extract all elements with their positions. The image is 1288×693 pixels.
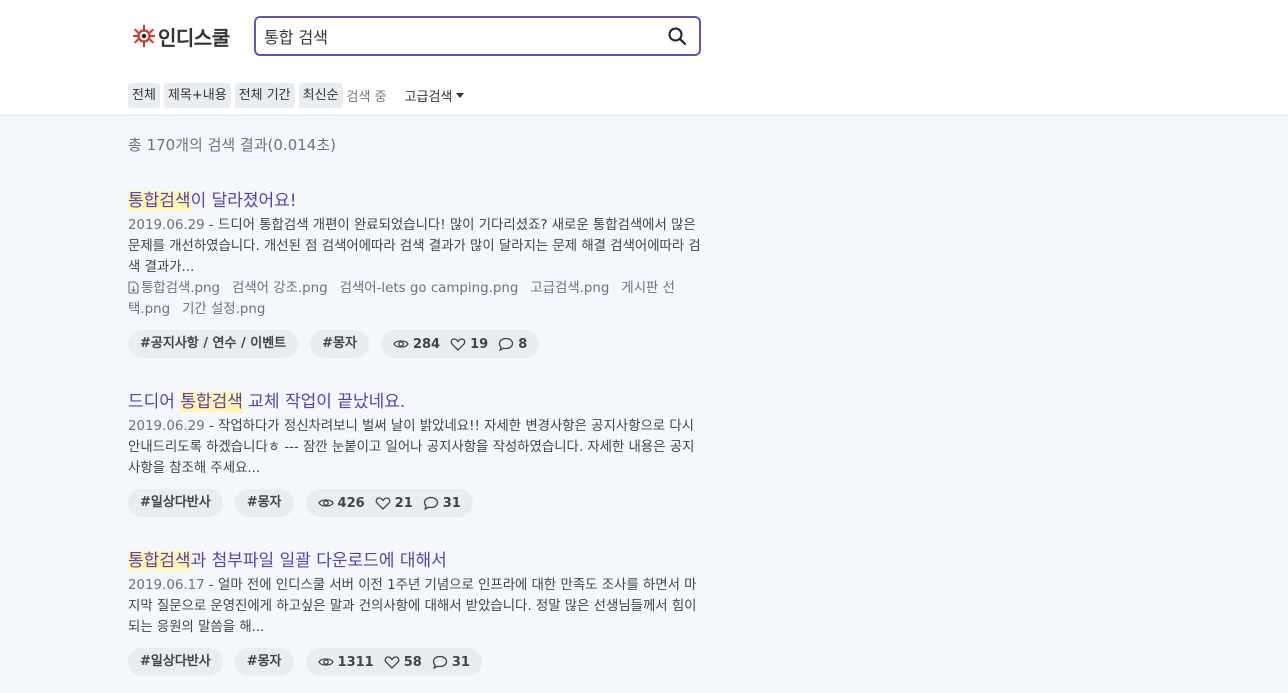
eye-icon (317, 499, 334, 507)
title-text: 과 첨부파일 일괄 다운로드에 대해서 (190, 551, 447, 571)
result-date: 2019.06.29 (128, 419, 205, 434)
filter-board[interactable]: 전체 (128, 83, 160, 108)
result-tags: #일상다반사 #몽자 426 21 31 (128, 489, 703, 517)
comment-icon (432, 655, 447, 670)
result-date: 2019.06.17 (128, 578, 205, 593)
result-count: 총 170개의 검색 결과(0.014초) (128, 136, 336, 154)
title-highlight: 통합검색 (128, 551, 191, 571)
advanced-search-label: 고급검색 (404, 90, 453, 105)
title-text: 교체 작업이 끝났네요. (242, 392, 406, 412)
result-item: 통합검색과 첨부파일 일괄 다운로드에 대해서 2019.06.17 - 얼마 … (128, 549, 703, 676)
author-tag[interactable]: #몽자 (234, 489, 294, 517)
snippet-text: - 드디어 통합검색 개편이 완료되었습니다! 많이 기다리셨죠? 새로운 통합… (128, 218, 701, 275)
eye-icon (317, 658, 334, 666)
view-count: 284 (412, 336, 441, 352)
title-highlight: 통합검색 (128, 191, 191, 211)
eye-icon (393, 340, 409, 348)
result-stats: 426 21 31 (305, 489, 473, 517)
attachment-list: 통합검색.png 검색어 강조.png 검색어-lets go camping.pn… (128, 278, 703, 320)
result-tags: #일상다반사 #몽자 1311 58 31 (128, 648, 703, 676)
snippet-text: - 작업하다가 정신차려보니 벌써 날이 밝았네요!! 자세한 변경사항은 공지… (128, 419, 695, 476)
category-tag[interactable]: #일상다반사 (128, 648, 223, 676)
result-title[interactable]: 드디어 통합검색 교체 작업이 끝났네요. (128, 390, 703, 414)
title-highlight: 통합검색 (180, 392, 243, 412)
logo[interactable]: 인디스쿨 (133, 22, 230, 50)
search-input[interactable] (264, 18, 644, 54)
filter-scope[interactable]: 제목+내용 (163, 83, 231, 108)
result-item: 통합검색이 달라졌어요! 2019.06.29 - 드디어 통합검색 개편이 완… (128, 189, 703, 358)
title-text: 드디어 (128, 392, 181, 412)
view-count: 1311 (337, 654, 374, 670)
like-count: 19 (470, 336, 489, 352)
file-icon (128, 281, 139, 294)
search-status: 검색 중 (346, 90, 387, 105)
title-text: 이 달라졌어요! (190, 191, 297, 211)
like-count: 58 (403, 654, 422, 670)
result-item: 드디어 통합검색 교체 작업이 끝났네요. 2019.06.29 - 작업하다가… (128, 390, 703, 517)
caret-down-icon (456, 93, 465, 98)
comment-icon (423, 496, 438, 511)
result-tags: #공지사항 / 연수 / 이벤트 #몽자 284 19 8 (128, 330, 703, 358)
result-date: 2019.06.29 (128, 218, 205, 233)
result-snippet: 2019.06.17 - 얼마 전에 인디스쿨 서버 이전 1주년 기념으로 인… (128, 575, 703, 638)
attachment-link[interactable]: 기간 설정.png (182, 302, 265, 317)
filter-sort[interactable]: 최신순 (298, 83, 343, 108)
search-filters: 전체 제목+내용 전체 기간 최신순 검색 중 고급검색 (128, 83, 465, 108)
result-stats: 1311 58 31 (305, 648, 482, 676)
logo-text: 인디스쿨 (158, 25, 230, 50)
filter-period[interactable]: 전체 기간 (234, 83, 295, 108)
heart-icon (375, 497, 391, 510)
heart-icon (450, 338, 466, 351)
result-snippet: 2019.06.29 - 작업하다가 정신차려보니 벌써 날이 밝았네요!! 자… (128, 416, 703, 479)
attachment-link[interactable]: 검색어 강조.png (232, 281, 328, 296)
advanced-search-button[interactable]: 고급검색 (405, 86, 465, 105)
result-title[interactable]: 통합검색이 달라졌어요! (128, 189, 703, 213)
indischool-logo-icon (133, 25, 155, 47)
attachment-link[interactable]: 고급검색.png (530, 281, 609, 296)
search-box (254, 16, 701, 56)
result-title[interactable]: 통합검색과 첨부파일 일괄 다운로드에 대해서 (128, 549, 703, 573)
search-icon[interactable] (667, 26, 687, 46)
header: 인디스쿨 전체 제목+내용 전체 기간 최신순 검색 중 고급검색 (0, 0, 1288, 116)
view-count: 426 (337, 495, 365, 511)
snippet-text: - 얼마 전에 인디스쿨 서버 이전 1주년 기념으로 인프라에 대한 만족도 … (128, 578, 697, 635)
heart-icon (384, 656, 400, 669)
comment-count: 31 (451, 654, 470, 670)
comment-icon (499, 337, 514, 352)
like-count: 21 (394, 495, 413, 511)
category-tag[interactable]: #일상다반사 (128, 489, 223, 517)
comment-count: 31 (442, 495, 461, 511)
attachment-link[interactable]: 통합검색.png (141, 281, 220, 296)
author-tag[interactable]: #몽자 (310, 330, 369, 358)
attachment-link[interactable]: 검색어-lets go camping.png (340, 281, 519, 296)
result-stats: 284 19 8 (380, 330, 540, 358)
category-tag[interactable]: #공지사항 / 연수 / 이벤트 (128, 330, 299, 358)
result-snippet: 2019.06.29 - 드디어 통합검색 개편이 완료되었습니다! 많이 기다… (128, 215, 703, 278)
author-tag[interactable]: #몽자 (234, 648, 294, 676)
comment-count: 8 (518, 336, 528, 352)
